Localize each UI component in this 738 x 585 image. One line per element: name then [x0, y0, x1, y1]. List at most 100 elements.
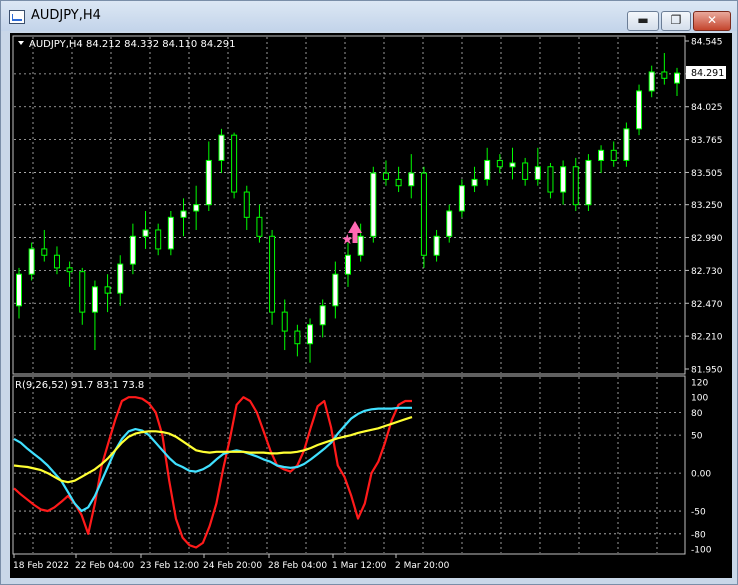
bullish-candle — [408, 172, 415, 187]
price-tick-label: 82.990 — [691, 234, 723, 244]
oscillator-tick-label: -100 — [691, 546, 712, 556]
bearish-candle — [572, 166, 579, 206]
close-button[interactable]: ✕ — [693, 11, 731, 31]
time-tick-label: 1 Mar 12:00 — [332, 561, 387, 571]
bullish-candle — [319, 305, 326, 326]
time-tick-label: 2 Mar 20:00 — [395, 561, 450, 571]
chart-canvas[interactable]: 84.54584.28584.02583.76583.50583.25082.9… — [10, 33, 732, 578]
bullish-candle — [357, 235, 364, 256]
bullish-candle — [534, 166, 541, 180]
bullish-candle — [598, 149, 605, 161]
bullish-candle — [509, 162, 516, 168]
bearish-candle — [66, 267, 73, 273]
oscillator-tick-label: -80 — [691, 530, 706, 540]
price-axis: 84.54584.28584.02583.76583.50583.25082.9… — [685, 38, 723, 376]
bullish-candle — [433, 235, 440, 256]
bullish-candle — [458, 185, 465, 212]
chart-window-icon — [9, 10, 25, 24]
price-panel-header: AUDJPY,H4 84.212 84.332 84.110 84.291 — [29, 39, 235, 50]
bullish-candle — [205, 159, 212, 206]
bullish-candle — [370, 172, 377, 237]
bullish-candle — [193, 204, 200, 212]
oscillator-lines — [13, 396, 413, 549]
oscillator-line-1 — [13, 396, 412, 549]
chart-menu-icon[interactable] — [18, 41, 24, 45]
bullish-candle — [560, 166, 567, 193]
bearish-candle — [53, 254, 60, 269]
bearish-candle — [79, 271, 86, 313]
bullish-candle — [218, 134, 225, 161]
title-bar[interactable]: AUDJPY,H4 ▬ ❐ ✕ — [1, 1, 737, 31]
bullish-candle — [674, 72, 680, 84]
time-tick-label: 18 Feb 2022 — [13, 561, 69, 571]
bearish-candle — [420, 172, 427, 256]
bearish-candle — [41, 248, 48, 256]
bearish-candle — [382, 172, 389, 180]
bullish-candle — [129, 235, 136, 265]
bullish-candle — [446, 210, 453, 237]
restore-button[interactable]: ❐ — [661, 11, 691, 31]
chart-window: AUDJPY,H4 ▬ ❐ ✕ 84.54584.28584.02583.765… — [0, 0, 738, 585]
signal-star-icon: ★ — [341, 232, 354, 248]
price-grid — [14, 37, 684, 373]
bearish-candle — [496, 159, 503, 168]
oscillator-tick-label: 50 — [691, 432, 703, 442]
bearish-candle — [522, 162, 529, 180]
price-tick-label: 84.545 — [691, 38, 723, 48]
oscillator-axis: 120 100 80 50 0.00 -50 -80 -100 — [691, 379, 712, 556]
bullish-candle — [16, 273, 22, 307]
candlesticks — [16, 53, 680, 363]
oscillator-tick-label: 120 — [691, 379, 708, 389]
time-tick-label: 23 Feb 12:00 — [140, 561, 199, 571]
bearish-candle — [269, 235, 276, 313]
bullish-candle — [167, 216, 174, 250]
bearish-candle — [610, 149, 617, 161]
bearish-candle — [294, 330, 301, 345]
bearish-candle — [547, 166, 554, 193]
minimize-button[interactable]: ▬ — [627, 11, 659, 31]
time-axis: 18 Feb 2022 22 Feb 04:00 23 Feb 12:00 24 Fe… — [13, 554, 450, 571]
bearish-candle — [231, 134, 238, 193]
oscillator-tick-label: 0.00 — [691, 470, 711, 480]
bearish-candle — [104, 286, 111, 294]
bullish-candle — [471, 178, 478, 187]
oscillator-grid — [14, 377, 684, 553]
oscillator-tick-label: -50 — [691, 508, 706, 518]
bullish-candle — [332, 273, 339, 307]
bearish-candle — [281, 311, 288, 332]
bearish-candle — [256, 216, 263, 237]
time-tick-label: 28 Feb 04:00 — [268, 561, 327, 571]
oscillator-panel-header: R(9,26,52) 91.7 83.1 73.8 — [15, 380, 144, 391]
chart-area[interactable]: 84.54584.28584.02583.76583.50583.25082.9… — [10, 33, 732, 578]
bullish-candle — [142, 229, 149, 237]
bearish-candle — [661, 71, 668, 79]
price-tick-label: 82.470 — [691, 300, 723, 310]
bullish-candle — [585, 159, 592, 206]
bearish-candle — [155, 229, 162, 250]
time-tick-label: 24 Feb 20:00 — [203, 561, 262, 571]
bullish-candle — [307, 324, 314, 345]
price-tick-label: 83.765 — [691, 136, 723, 146]
oscillator-panel-frame — [12, 375, 686, 555]
bullish-candle — [180, 210, 187, 218]
bullish-candle — [648, 71, 655, 92]
bullish-candle — [345, 254, 351, 275]
current-price-label: 84.291 — [691, 68, 724, 79]
bearish-candle — [243, 191, 250, 218]
price-tick-label: 83.505 — [691, 169, 723, 179]
price-tick-label: 82.730 — [691, 267, 723, 277]
price-tick-label: 83.250 — [691, 201, 723, 211]
price-tick-label: 82.210 — [691, 333, 723, 343]
oscillator-tick-label: 80 — [691, 409, 703, 419]
bullish-candle — [117, 263, 124, 294]
price-tick-label: 84.025 — [691, 103, 723, 113]
price-tick-label: 81.950 — [691, 366, 723, 376]
oscillator-line-3 — [13, 416, 413, 484]
bullish-candle — [28, 248, 35, 275]
bullish-candle — [623, 128, 630, 161]
bullish-candle — [636, 90, 643, 130]
bearish-candle — [395, 178, 402, 187]
window-title: AUDJPY,H4 — [31, 8, 101, 23]
time-tick-label: 22 Feb 04:00 — [75, 561, 134, 571]
bullish-candle — [484, 159, 491, 180]
